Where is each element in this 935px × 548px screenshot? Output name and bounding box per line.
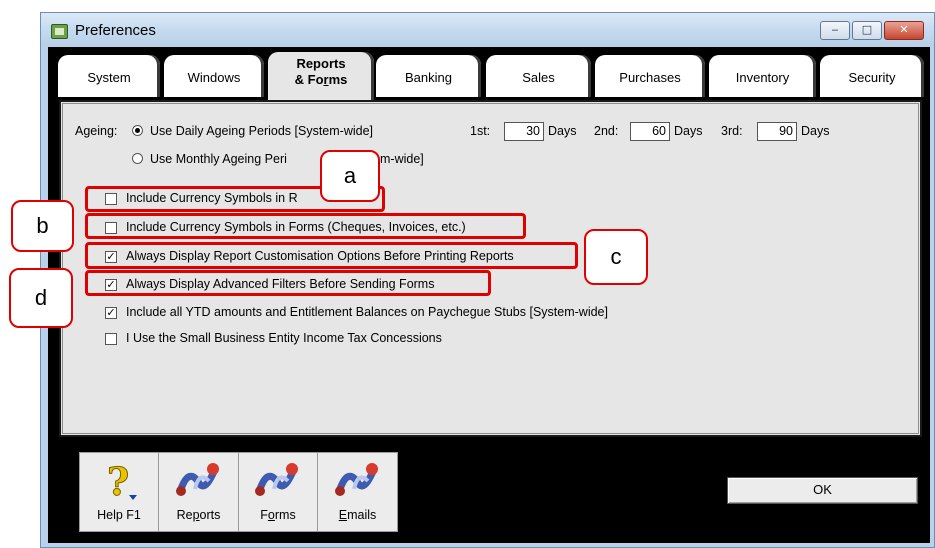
svg-text:?: ? <box>107 459 129 503</box>
tab-banking[interactable]: Banking <box>376 55 481 97</box>
reports-button-label: Reports <box>176 508 221 522</box>
tab-purchases[interactable]: Purchases <box>595 55 705 97</box>
third-days-label: Days <box>801 124 830 138</box>
monthly-ageing-label-end: m-wide] <box>380 152 424 166</box>
tab-system[interactable]: System <box>58 55 160 97</box>
tab-sales[interactable]: Sales <box>486 55 591 97</box>
forms-button[interactable]: Forms <box>239 453 318 531</box>
maximize-button[interactable]: □ <box>852 21 882 40</box>
callout-c: c <box>584 229 648 285</box>
highlight-box-c <box>85 242 578 269</box>
reports-button[interactable]: Reports <box>159 453 239 531</box>
ytd-amounts-checkbox[interactable]: ✓ <box>105 307 117 319</box>
highlight-box-b <box>85 213 526 239</box>
tab-security[interactable]: Security <box>820 55 924 97</box>
first-period-label: 1st: <box>470 124 491 138</box>
reports-icon <box>175 463 219 496</box>
close-button[interactable]: ✕ <box>884 21 924 40</box>
emails-button-label: Emails <box>338 508 377 522</box>
emails-icon <box>334 463 378 496</box>
daily-ageing-radio[interactable] <box>132 125 143 136</box>
second-period-input[interactable]: 60 <box>630 122 670 141</box>
third-period-input[interactable]: 90 <box>757 122 797 141</box>
callout-a: a <box>320 150 380 202</box>
small-business-checkbox[interactable] <box>105 333 117 345</box>
monthly-ageing-radio[interactable] <box>132 153 143 164</box>
highlight-box-d <box>85 270 491 296</box>
app-icon <box>51 24 68 39</box>
ageing-label: Ageing: <box>75 124 118 138</box>
tab-windows[interactable]: Windows <box>164 55 264 97</box>
small-business-label: I Use the Small Business Entity Income T… <box>126 331 442 345</box>
tab-reports-forms-label: Reports & Forms <box>294 56 348 87</box>
tab-inventory[interactable]: Inventory <box>709 55 816 97</box>
callout-b: b <box>11 200 74 252</box>
daily-ageing-label: Use Daily Ageing Periods [System-wide] <box>150 124 374 138</box>
help-icon: ? <box>107 459 137 503</box>
tab-reports-forms[interactable]: Reports & Forms <box>268 52 374 102</box>
minimize-button[interactable]: ‒ <box>820 21 850 40</box>
first-period-input[interactable]: 30 <box>504 122 544 141</box>
monthly-ageing-label-start: Use Monthly Ageing Peri <box>150 152 287 166</box>
third-period-label: 3rd: <box>721 124 743 138</box>
window-title: Preferences <box>75 22 156 39</box>
title-bar[interactable] <box>41 13 934 47</box>
first-days-label: Days <box>548 124 577 138</box>
forms-button-label: Forms <box>260 508 296 522</box>
second-period-label: 2nd: <box>594 124 619 138</box>
ytd-amounts-label: Include all YTD amounts and Entitlement … <box>126 305 608 319</box>
forms-icon <box>255 463 298 496</box>
help-button[interactable]: ? Help F1 <box>80 453 159 531</box>
second-days-label: Days <box>674 124 703 138</box>
emails-button[interactable]: Emails <box>318 453 397 531</box>
ok-button[interactable]: OK <box>727 477 918 504</box>
callout-d: d <box>9 268 73 328</box>
